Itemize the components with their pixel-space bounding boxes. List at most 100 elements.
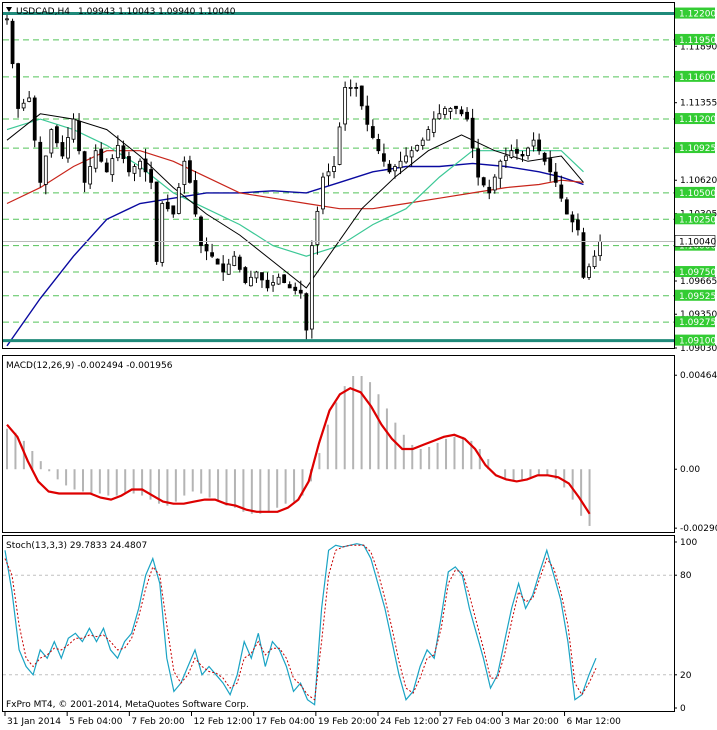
candle-body <box>82 151 87 183</box>
price-axis: 1.118901.113551.106201.103051.096651.093… <box>674 7 717 714</box>
level-price-label: 1.10925 <box>679 144 716 154</box>
level-price-label: 1.09275 <box>679 318 716 328</box>
candle-body <box>60 142 65 157</box>
ma-mid-line <box>6 118 584 257</box>
time-tick-label: 12 Feb 12:00 <box>194 717 253 727</box>
candle-body <box>354 86 359 89</box>
level-price-label: 1.11950 <box>679 36 716 46</box>
candle-body <box>442 108 447 115</box>
candle-body <box>415 145 420 151</box>
candle-body <box>171 205 176 215</box>
candle-body <box>27 97 32 102</box>
macd-tick-label: 0.004641 <box>680 371 717 381</box>
candle-body <box>43 155 48 185</box>
main-price-panel <box>3 12 674 347</box>
copyright: FxPro MT4, © 2001-2014, MetaQuotes Softw… <box>6 700 249 710</box>
candle-body <box>426 129 431 141</box>
candle-body <box>104 162 109 173</box>
candle-body <box>237 256 242 270</box>
candle-body <box>121 145 126 160</box>
candle-body <box>232 255 237 266</box>
candle-body <box>332 166 336 172</box>
level-price-label: 1.09750 <box>679 268 716 278</box>
candle-body <box>54 126 59 144</box>
candle-body <box>321 176 325 210</box>
time-tick-label: 3 Mar 20:00 <box>504 717 559 727</box>
stoch-tick-label: 80 <box>680 571 692 581</box>
candle-body <box>465 111 469 120</box>
main-panel-frame <box>2 2 675 349</box>
candle-body <box>576 219 580 231</box>
candle-body <box>32 97 37 141</box>
candle-body <box>248 276 253 287</box>
candle-body <box>138 160 142 170</box>
candle-body <box>154 181 159 262</box>
candle-body <box>243 267 248 283</box>
candle-body <box>221 263 226 273</box>
candle-body <box>481 177 486 186</box>
ma-slow-line <box>6 150 584 210</box>
candle-body <box>393 166 397 172</box>
time-tick-label: 6 Mar 12:00 <box>567 717 622 727</box>
candle-body <box>587 266 591 278</box>
level-price-label: 1.12200 <box>679 10 716 20</box>
stoch-main-line <box>4 543 597 706</box>
candle-body <box>304 293 309 331</box>
price-tick-label: 1.11355 <box>680 99 717 109</box>
candle-body <box>370 126 375 138</box>
triangle-down-icon[interactable] <box>6 7 12 12</box>
chart-window[interactable]: 1.118901.113551.106201.103051.096651.093… <box>0 0 717 730</box>
candle-body <box>298 289 303 294</box>
candle-body <box>271 282 275 286</box>
stoch-tick-label: 0 <box>680 704 686 714</box>
candle-body <box>210 252 214 257</box>
candle-body <box>553 171 558 183</box>
candle-body <box>343 87 348 125</box>
candle-body <box>149 169 154 183</box>
candle-body <box>459 109 464 115</box>
time-tick-label: 17 Feb 04:00 <box>256 717 315 727</box>
candle-body <box>77 120 81 152</box>
stoch-signal-line <box>4 544 597 701</box>
macd-panel-frame <box>2 355 675 533</box>
candle-body <box>38 141 43 183</box>
candle-body <box>260 272 264 281</box>
candle-body <box>509 150 514 158</box>
candle-body <box>88 166 93 185</box>
candle-body <box>376 139 381 152</box>
candle-body <box>520 153 525 157</box>
price-tick-label: 1.10620 <box>680 176 717 186</box>
candle-body <box>93 150 98 169</box>
candle-body <box>226 263 231 275</box>
candle-body <box>598 241 602 257</box>
candle-body <box>409 150 414 158</box>
candle-body <box>66 137 70 159</box>
candle-body <box>10 20 15 65</box>
symbol-label: USDCAD,H4 <box>16 7 70 17</box>
candle-body <box>398 160 403 169</box>
time-tick-label: 5 Feb 04:00 <box>69 717 123 727</box>
time-axis: 31 Jan 2014 5 Feb 04:00 7 Feb 20:00 12 Feb … <box>4 712 622 727</box>
candle-body <box>293 286 298 291</box>
macd-title: MACD(12,26,9) -0.002494 -0.001956 <box>6 361 173 371</box>
ma-long-line <box>6 162 584 347</box>
stoch-title: Stoch(13,3,3) 29.7833 24.4807 <box>6 541 147 551</box>
candle-body <box>5 18 9 21</box>
level-price-label: 1.11600 <box>679 73 716 83</box>
candle-body <box>503 155 508 161</box>
level-price-label: 1.09100 <box>679 337 716 347</box>
stoch-panel <box>3 543 674 706</box>
candle-body <box>570 214 575 223</box>
candle-body <box>487 186 492 194</box>
level-price-label: 1.09525 <box>679 292 716 302</box>
ohlc-label: 1.09943 1.10043 1.09940 1.10040 <box>78 7 236 17</box>
candle-body <box>143 158 148 173</box>
macd-signal-line <box>6 386 591 515</box>
candle-body <box>470 117 475 149</box>
candle-body <box>404 155 408 163</box>
candle-body <box>537 139 542 152</box>
candle-body <box>548 158 553 173</box>
level-price-label: 1.10250 <box>679 215 716 225</box>
candle-body <box>188 160 192 183</box>
level-price-label: 1.11200 <box>679 115 716 125</box>
